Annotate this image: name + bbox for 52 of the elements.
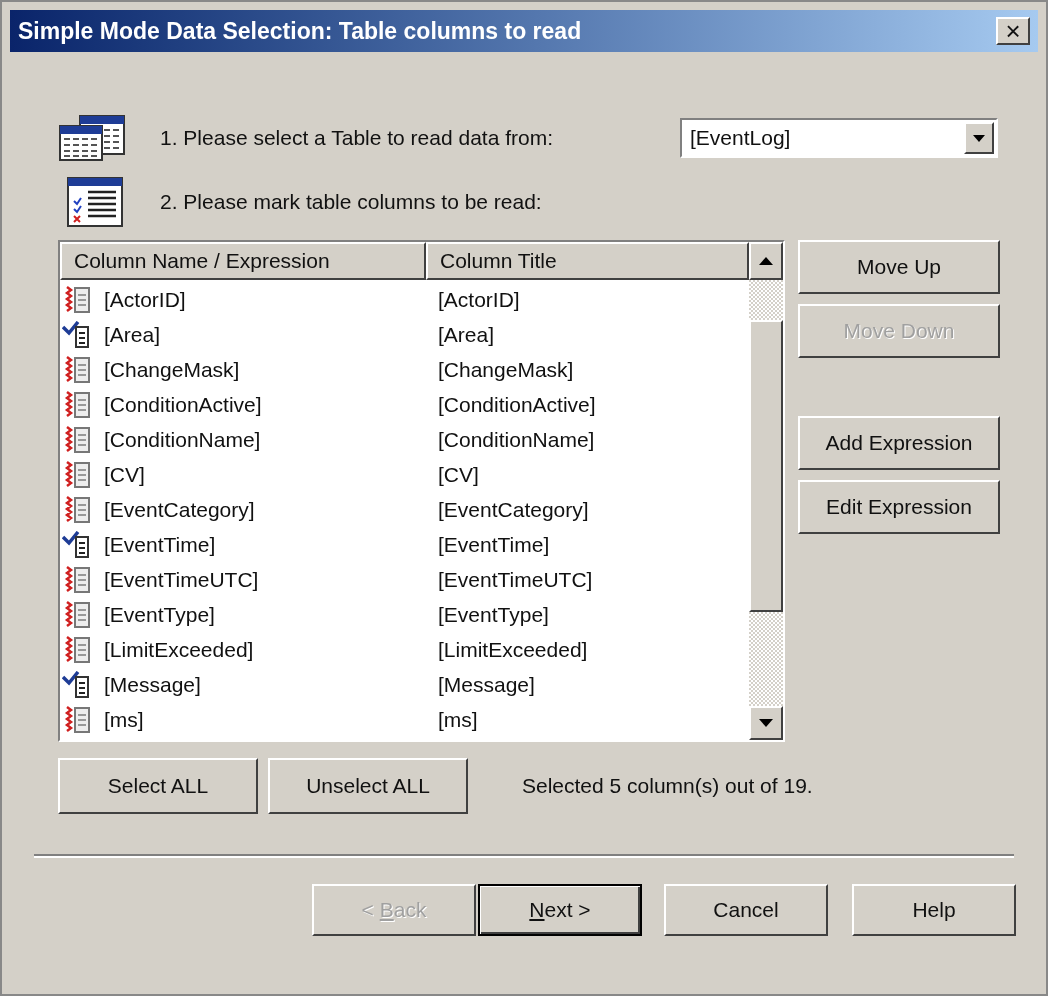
- table-cell-text: [ActorID]: [437, 286, 520, 313]
- step-two-label: 2. Please mark table columns to be read:: [160, 189, 542, 216]
- table-cell-text: [ChangeMask]: [437, 356, 574, 383]
- select-button[interactable]: Unselect ALL: [268, 758, 468, 814]
- scroll-thumb[interactable]: [749, 320, 783, 612]
- column-header[interactable]: Column Name / Expression: [60, 242, 426, 280]
- down-arrow-icon: [759, 719, 773, 727]
- side-button[interactable]: Move Up: [798, 240, 1000, 294]
- footer-button[interactable]: Next >: [478, 884, 642, 936]
- table-cell-text: [CV]: [437, 461, 479, 488]
- table-cell-text: [EventType]: [104, 601, 215, 628]
- tables-icon: [58, 114, 126, 162]
- table-cell-text: [EventTime]: [104, 531, 216, 558]
- up-arrow-icon: [759, 257, 773, 265]
- table-cell-text: [Area]: [104, 321, 161, 348]
- table-select[interactable]: [EventLog]: [680, 118, 998, 158]
- table-cell-text: [LimitExceeded]: [104, 636, 254, 663]
- select-button[interactable]: Select ALL: [58, 758, 258, 814]
- close-button[interactable]: ×: [996, 17, 1030, 45]
- scrollbar[interactable]: [749, 242, 783, 740]
- window-title: Simple Mode Data Selection: Table columns to read: [18, 16, 582, 46]
- table-cell-text: [ms]: [104, 706, 144, 733]
- table-cell-text: [EventType]: [437, 601, 549, 628]
- table-cell-text: [ChangeMask]: [104, 356, 240, 383]
- scroll-up-button[interactable]: [749, 242, 783, 280]
- table-cell-text: [EventCategory]: [437, 496, 589, 523]
- table-cell-text: [EventTimeUTC]: [104, 566, 259, 593]
- table-cell-text: [CV]: [104, 461, 145, 488]
- side-button[interactable]: Add Expression: [798, 416, 1000, 470]
- table-cell-text: [EventTime]: [437, 531, 550, 558]
- scroll-down-button[interactable]: [749, 706, 783, 740]
- table-cell-text: [ConditionActive]: [104, 391, 262, 418]
- table-cell-text: [ms]: [437, 706, 478, 733]
- table-cell-text: [ConditionActive]: [437, 391, 596, 418]
- checklist-table-icon: [66, 176, 124, 228]
- caret-icon: [973, 134, 985, 142]
- table-cell-text: [LimitExceeded]: [437, 636, 588, 663]
- table-cell-text: [EventTimeUTC]: [437, 566, 593, 593]
- selection-status: Selected 5 column(s) out of 19.: [522, 773, 813, 800]
- step-one-label: 1. Please select a Table to read data from:: [160, 125, 554, 152]
- table-cell-text: [ConditionName]: [437, 426, 595, 453]
- column-header[interactable]: Column Title: [426, 242, 749, 280]
- footer-button[interactable]: Help: [852, 884, 1016, 936]
- dropdown-arrow-button[interactable]: [964, 122, 994, 154]
- table-cell-text: [ConditionName]: [104, 426, 261, 453]
- table-cell-text: [Message]: [104, 671, 201, 698]
- table-cell-text: [ActorID]: [104, 286, 186, 313]
- table-cell-text: [Area]: [437, 321, 495, 348]
- table-cell-text: [EventCategory]: [104, 496, 255, 523]
- footer-button[interactable]: Cancel: [664, 884, 828, 936]
- side-button[interactable]: Edit Expression: [798, 480, 1000, 534]
- table-cell-text: [Message]: [437, 671, 535, 698]
